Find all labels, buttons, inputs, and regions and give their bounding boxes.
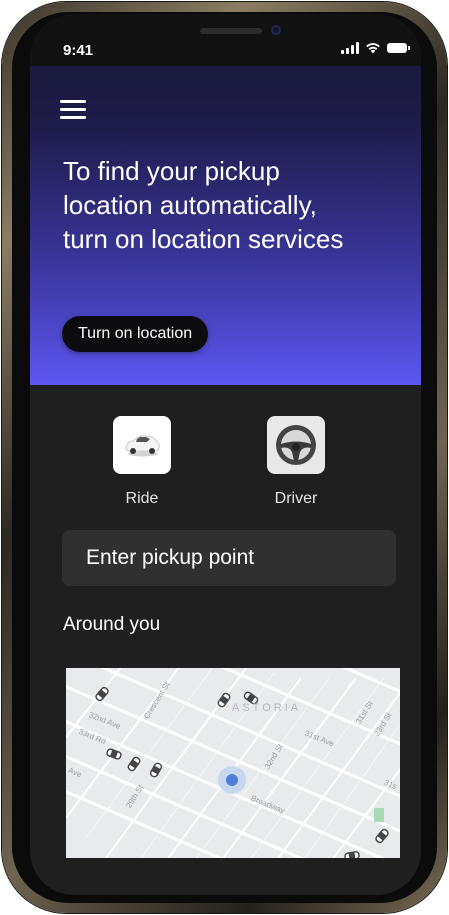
status-icons	[341, 42, 410, 54]
ride-option[interactable]: Ride	[102, 416, 182, 508]
around-you-heading: Around you	[63, 614, 161, 635]
neighborhood-label: ASTORIA	[232, 702, 302, 714]
driver-option[interactable]: Driver	[256, 416, 336, 508]
battery-icon	[387, 43, 410, 53]
app-screen: 9:41 To find your pickup location automa…	[30, 14, 421, 895]
location-prompt-title: To find your pickup location automatical…	[63, 156, 344, 254]
front-camera	[271, 25, 281, 35]
driver-label: Driver	[274, 490, 318, 507]
street-grid	[66, 668, 400, 858]
nearby-cars-map[interactable]: ASTORIA 32nd Ave 33rd Rd Crescent St 31s…	[66, 668, 400, 858]
turn-on-location-button[interactable]: Turn on location	[62, 316, 209, 352]
status-bar: 9:41	[30, 14, 421, 66]
car-icon[interactable]	[113, 416, 171, 474]
wifi-icon	[366, 43, 380, 54]
pickup-point-input[interactable]	[62, 530, 396, 586]
ride-label: Ride	[125, 490, 159, 507]
steering-wheel-icon[interactable]	[267, 416, 325, 474]
status-time: 9:41	[63, 42, 94, 59]
hamburger-menu-icon[interactable]	[60, 98, 88, 122]
signal-icon	[341, 42, 359, 54]
speaker-notch	[200, 28, 262, 34]
